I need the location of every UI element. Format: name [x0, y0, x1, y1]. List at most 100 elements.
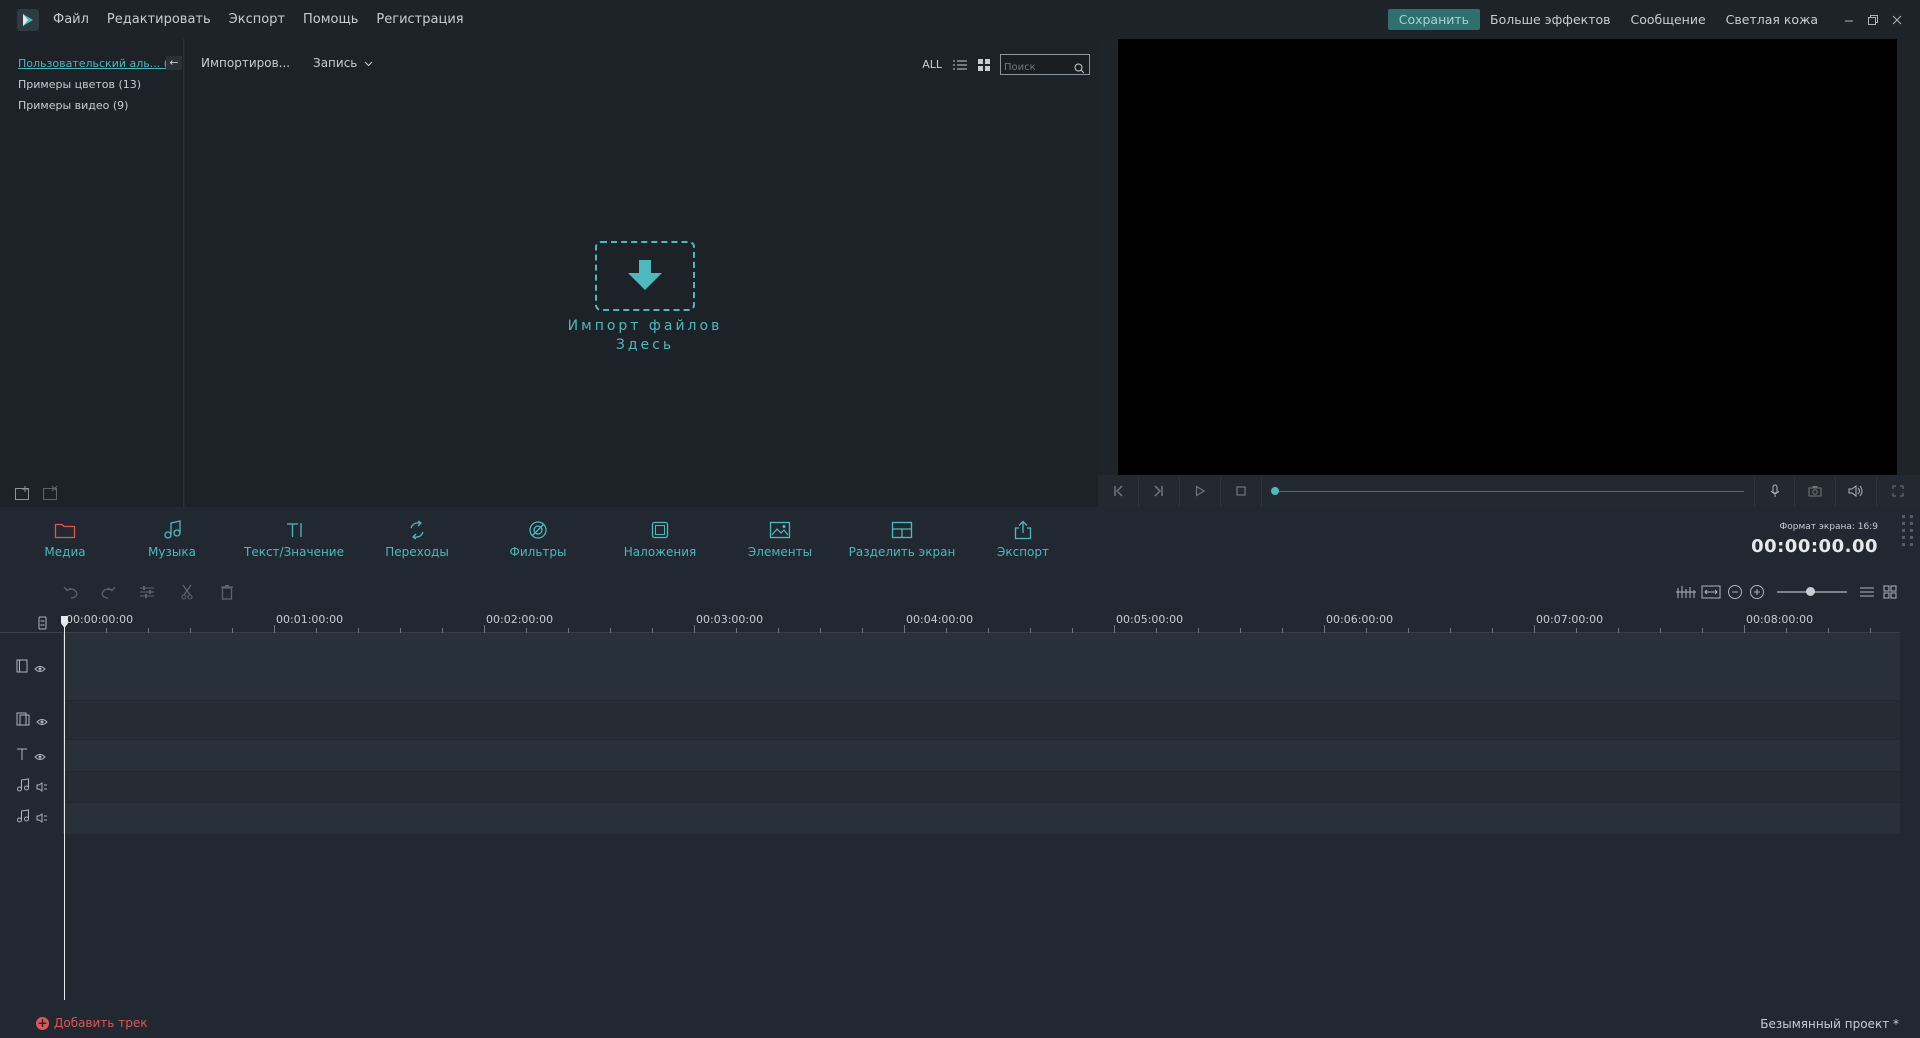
import-tab[interactable]: Импортиров...	[201, 56, 290, 70]
save-button[interactable]: Сохранить	[1387, 9, 1481, 30]
preview-timecode: 00:00:00.00	[1751, 536, 1878, 557]
snapshot-icon[interactable]	[1795, 475, 1836, 507]
tab-media-label: Медиа	[44, 545, 86, 559]
scrubber-handle[interactable]	[1271, 487, 1279, 495]
menu-export[interactable]: Экспорт	[229, 12, 285, 27]
menu-edit[interactable]: Редактировать	[107, 12, 211, 27]
tab-export[interactable]: Экспорт	[963, 519, 1083, 559]
timeline-ruler[interactable]: 00:00:00:00 00:01:00:00 00:02:00:00 00:0…	[0, 611, 1900, 633]
track-grid-icon[interactable]	[1881, 583, 1899, 601]
menu-register[interactable]: Регистрация	[376, 12, 463, 27]
tab-export-label: Экспорт	[996, 545, 1050, 559]
search-input[interactable]	[1001, 58, 1071, 77]
grip-handle-icon[interactable]	[1902, 515, 1914, 559]
eye-icon[interactable]	[36, 711, 48, 730]
zoom-out-icon[interactable]	[1726, 583, 1744, 601]
title-bar: Файл Редактировать Экспорт Помощь Регист…	[0, 0, 1920, 39]
music-note-icon	[164, 520, 181, 539]
image-icon	[769, 521, 791, 539]
play-icon[interactable]	[1180, 475, 1221, 507]
minimize-icon[interactable]	[1838, 9, 1860, 31]
preview-side-rail	[1897, 39, 1920, 475]
maximize-icon[interactable]	[1862, 9, 1884, 31]
message-link[interactable]: Сообщение	[1630, 12, 1705, 27]
tab-elements[interactable]: Элементы	[720, 519, 840, 559]
more-effects-link[interactable]: Больше эффектов	[1490, 12, 1610, 27]
track-lane-video[interactable]	[64, 633, 1900, 700]
eye-icon[interactable]	[34, 658, 46, 677]
redo-icon[interactable]	[99, 583, 117, 601]
record-tab[interactable]: Запись	[313, 56, 373, 70]
import-drop-zone[interactable]	[595, 241, 695, 311]
tab-music[interactable]: Музыка	[112, 519, 232, 559]
playback-scrubber[interactable]	[1271, 475, 1744, 507]
media-view-tools: ALL	[922, 54, 1090, 78]
music-track-icon	[16, 808, 30, 827]
tab-transitions[interactable]: Переходы	[357, 519, 477, 559]
skin-link[interactable]: Светлая кожа	[1726, 12, 1818, 27]
filter-icon	[529, 521, 547, 539]
media-panel: Импортиров... Запись ALL Импорт файлов	[185, 39, 1098, 507]
panel-divider	[1098, 39, 1118, 507]
track-header-video	[0, 652, 64, 682]
tab-overlays[interactable]: Наложения	[600, 519, 720, 559]
add-track-label: Добавить трек	[54, 1016, 148, 1030]
zoom-slider-handle[interactable]	[1806, 587, 1815, 596]
eye-icon[interactable]	[34, 746, 46, 765]
undo-icon[interactable]	[62, 583, 80, 601]
project-name: Безымянный проект *	[1760, 1017, 1899, 1031]
volume-icon[interactable]	[1836, 475, 1877, 507]
speaker-icon[interactable]	[36, 777, 48, 796]
library-item-video-samples[interactable]: Примеры видео (9)	[0, 95, 183, 116]
stop-icon[interactable]	[1221, 475, 1262, 507]
collapse-arrow-icon[interactable]: ←	[166, 56, 182, 70]
layers-icon	[16, 711, 30, 730]
track-lane-text[interactable]	[64, 740, 1900, 771]
search-icon[interactable]	[1074, 59, 1085, 78]
playhead[interactable]	[64, 618, 65, 1000]
import-hint-line2: Здесь	[615, 337, 675, 353]
audio-mixer-icon[interactable]	[1675, 583, 1697, 601]
timeline-toolbar	[0, 573, 1920, 611]
speaker-icon[interactable]	[36, 808, 48, 827]
menu-file[interactable]: Файл	[53, 12, 89, 27]
track-list-icon[interactable]	[1858, 583, 1876, 601]
trash-icon[interactable]	[218, 583, 236, 601]
grid-view-icon[interactable]	[976, 57, 992, 73]
remove-folder-icon[interactable]	[42, 485, 60, 505]
tab-media[interactable]: Медиа	[5, 519, 125, 559]
tab-split-screen[interactable]: Разделить экран	[842, 519, 962, 559]
library-footer	[14, 485, 60, 505]
zoom-in-icon[interactable]	[1748, 583, 1766, 601]
track-lane-audio-2[interactable]	[64, 803, 1900, 834]
fullscreen-icon[interactable]	[1877, 475, 1918, 507]
music-track-icon	[16, 777, 30, 796]
tab-filters[interactable]: Фильтры	[478, 519, 598, 559]
tab-music-label: Музыка	[148, 545, 196, 559]
filter-all[interactable]: ALL	[922, 58, 942, 71]
snap-magnet-icon[interactable]	[38, 615, 47, 634]
fit-timeline-icon[interactable]	[1700, 583, 1722, 601]
aspect-ratio-label[interactable]: Формат экрана: 16:9	[1780, 522, 1878, 532]
add-folder-icon[interactable]	[14, 485, 32, 505]
microphone-icon[interactable]	[1754, 475, 1795, 507]
track-lane-audio-1[interactable]	[64, 772, 1900, 802]
skip-forward-icon[interactable]	[1139, 475, 1180, 507]
library-item-user-album[interactable]: Пользовательский аль... (0)	[0, 53, 183, 74]
menu-help[interactable]: Помощь	[303, 12, 358, 27]
library-item-color-samples[interactable]: Примеры цветов (13)	[0, 74, 183, 95]
track-lane-pip[interactable]	[64, 701, 1900, 739]
adjust-icon[interactable]	[138, 583, 156, 601]
list-view-icon[interactable]	[952, 57, 968, 73]
scissors-icon[interactable]	[178, 583, 196, 601]
media-toolbar: Импортиров... Запись ALL	[185, 39, 1098, 85]
add-track-button[interactable]: + Добавить трек	[36, 1016, 147, 1030]
playback-controls	[1098, 475, 1920, 507]
folder-icon	[54, 523, 76, 539]
close-icon[interactable]	[1886, 9, 1908, 31]
skip-back-icon[interactable]	[1098, 475, 1139, 507]
scrubber-track	[1274, 491, 1744, 492]
track-header-pip	[0, 705, 64, 735]
download-arrow-icon	[628, 260, 662, 290]
tab-text[interactable]: Текст/Значение	[234, 519, 354, 559]
